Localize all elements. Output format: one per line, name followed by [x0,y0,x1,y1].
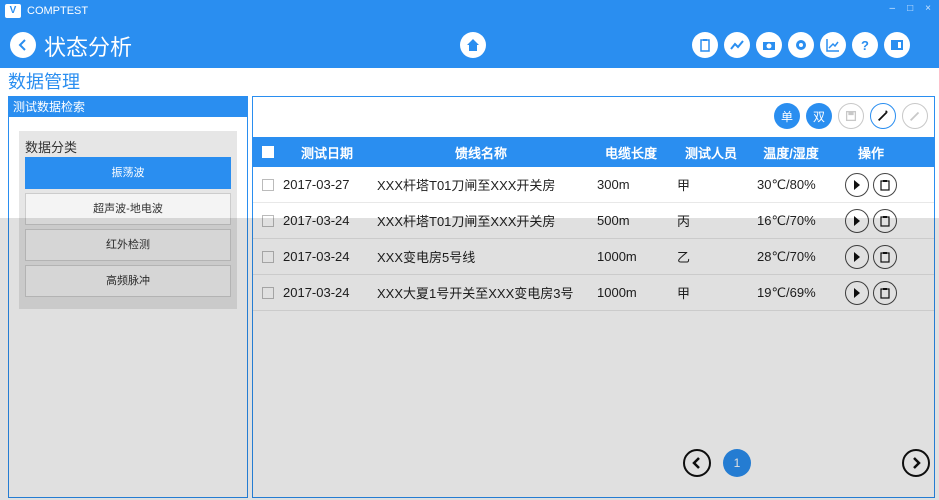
select-all-checkbox[interactable] [262,146,274,158]
panel-button[interactable] [884,32,910,58]
close-icon[interactable]: × [925,3,931,14]
restore-icon[interactable]: □ [907,3,913,14]
open-row-button[interactable] [845,172,869,197]
double-button[interactable]: 双 [806,103,832,129]
clipboard-button[interactable] [692,32,718,58]
clipboard-icon [700,39,710,52]
gear-icon [796,40,806,50]
cell-feeder: XXX杆塔T01刀闸至XXX开关房 [377,178,556,193]
cell-person: 甲 [677,178,691,193]
save-icon [845,110,857,122]
svg-text:?: ? [861,38,869,53]
home-button[interactable] [460,32,486,58]
panel-icon [891,40,903,50]
save-button[interactable] [838,103,864,129]
left-panel-header: 测试数据检索 [9,97,247,117]
cell-temp: 30℃/80% [757,176,816,192]
cell-length: 300m [597,177,630,192]
app-logo: V [5,4,21,18]
page-title: 状态分析 [44,36,133,61]
app-title: COMPTEST [27,5,89,17]
row-checkbox[interactable] [262,178,274,191]
arrow-right-icon [854,179,860,190]
select-all-cell [253,146,283,158]
camera-icon [763,42,775,50]
back-button[interactable] [10,32,36,58]
header-temp[interactable]: 温度/湿度 [751,143,831,162]
edit-button[interactable] [870,103,896,129]
cell-operation [831,172,911,197]
header-feeder[interactable]: 馈线名称 [371,143,591,162]
pencil-icon [910,111,920,121]
line-chart-icon [826,39,839,52]
trend-button[interactable] [724,32,750,58]
right-actions: 单 双 [774,103,928,129]
camera-button[interactable] [756,32,782,58]
header-date[interactable]: 测试日期 [283,143,371,162]
report-row-button[interactable] [873,172,897,197]
dim-overlay [0,218,939,500]
toolbar: 状态分析 ? [0,22,939,68]
cell-date: 2017-03-27 [283,177,350,192]
question-icon: ? [861,38,869,53]
row-check-cell [253,178,283,191]
trend-icon [730,40,744,50]
category-item-oscillating-wave[interactable]: 振荡波 [25,157,231,189]
header-person[interactable]: 测试人员 [671,143,751,162]
section-title: 数据管理 [8,72,80,93]
pencil-button[interactable] [902,103,928,129]
category-title: 数据分类 [25,140,78,155]
title-bar: V COMPTEST – □ × [0,0,939,22]
header-operation: 操作 [857,145,884,161]
clipboard-icon [880,179,890,191]
help-button[interactable]: ? [852,32,878,58]
arrow-left-icon [18,39,26,51]
table-header: 测试日期 馈线名称 电缆长度 测试人员 温度/湿度 操作 [253,137,934,167]
home-icon [467,39,479,51]
minimize-icon[interactable]: – [890,3,896,14]
header-length[interactable]: 电缆长度 [591,143,671,162]
settings-button[interactable] [788,32,814,58]
magic-wand-icon [878,110,888,121]
single-button[interactable]: 单 [774,103,800,129]
window-controls: – □ × [890,3,931,14]
chart-button[interactable] [820,32,846,58]
table-row[interactable]: 2017-03-27 XXX杆塔T01刀闸至XXX开关房 300m 甲 30℃/… [253,167,934,203]
